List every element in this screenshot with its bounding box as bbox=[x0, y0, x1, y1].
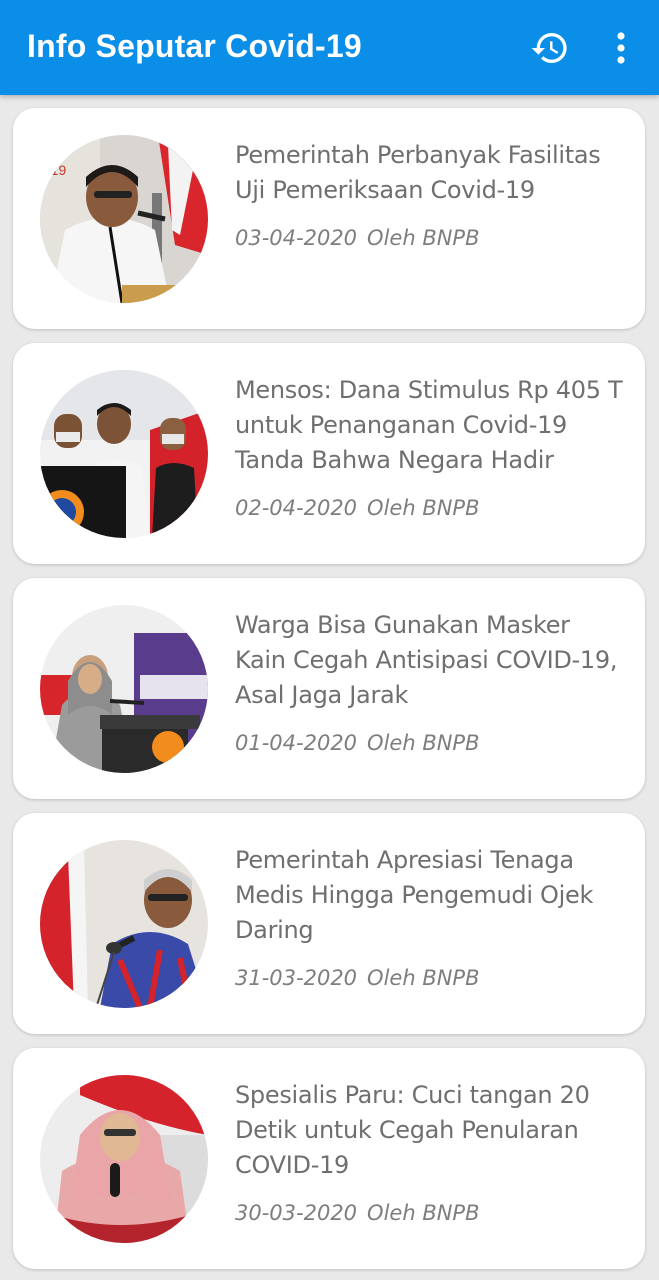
news-date: 30-03-2020 bbox=[235, 1201, 358, 1225]
app-bar: Info Seputar Covid-19 bbox=[0, 0, 659, 95]
news-author: Oleh BNPB bbox=[367, 496, 480, 520]
news-meta: 03-04-2020 Oleh BNPB bbox=[235, 226, 480, 250]
more-vert-icon bbox=[617, 32, 625, 64]
news-title: Pemerintah Perbanyak Fasilitas Uji Pemer… bbox=[235, 141, 601, 204]
news-author: Oleh BNPB bbox=[367, 226, 480, 250]
news-card[interactable]: Pemerintah Apresiasi Tenaga Medis Hingga… bbox=[13, 813, 645, 1034]
news-meta: 02-04-2020 Oleh BNPB bbox=[235, 496, 480, 520]
news-author: Oleh BNPB bbox=[367, 966, 480, 990]
news-date: 01-04-2020 bbox=[235, 731, 358, 755]
news-title: Mensos: Dana Stimulus Rp 405 T untuk Pen… bbox=[235, 376, 623, 474]
news-meta: 31-03-2020 Oleh BNPB bbox=[235, 966, 480, 990]
news-meta: 30-03-2020 Oleh BNPB bbox=[235, 1201, 480, 1225]
app-title: Info Seputar Covid-19 bbox=[27, 28, 362, 64]
news-thumbnail: -19 bbox=[40, 135, 208, 303]
news-title: Spesialis Paru: Cuci tangan 20 Detik unt… bbox=[235, 1081, 590, 1179]
news-title: Pemerintah Apresiasi Tenaga Medis Hingga… bbox=[235, 846, 594, 944]
news-author: Oleh BNPB bbox=[367, 1201, 480, 1225]
news-meta: 01-04-2020 Oleh BNPB bbox=[235, 731, 480, 755]
news-author: Oleh BNPB bbox=[367, 731, 480, 755]
news-date: 31-03-2020 bbox=[235, 966, 358, 990]
news-card[interactable]: Mensos: Dana Stimulus Rp 405 T untuk Pen… bbox=[13, 343, 645, 564]
news-card[interactable]: Spesialis Paru: Cuci tangan 20 Detik unt… bbox=[13, 1048, 645, 1269]
more-options-button[interactable] bbox=[608, 28, 634, 68]
svg-text:-19: -19 bbox=[46, 162, 66, 178]
news-thumbnail bbox=[40, 1075, 208, 1243]
news-feed[interactable]: -19 Pemerintah Perbanyak Fasilitas Uji P… bbox=[0, 95, 659, 1280]
history-icon bbox=[531, 33, 567, 64]
news-date: 02-04-2020 bbox=[235, 496, 358, 520]
news-card[interactable]: Warga Bisa Gunakan Masker Kain Cegah Ant… bbox=[13, 578, 645, 799]
history-button[interactable] bbox=[530, 28, 570, 68]
news-thumbnail bbox=[40, 370, 208, 538]
news-thumbnail bbox=[40, 605, 208, 773]
news-title: Warga Bisa Gunakan Masker Kain Cegah Ant… bbox=[235, 611, 618, 709]
news-thumbnail bbox=[40, 840, 208, 1008]
news-card[interactable]: -19 Pemerintah Perbanyak Fasilitas Uji P… bbox=[13, 108, 645, 329]
news-date: 03-04-2020 bbox=[235, 226, 358, 250]
